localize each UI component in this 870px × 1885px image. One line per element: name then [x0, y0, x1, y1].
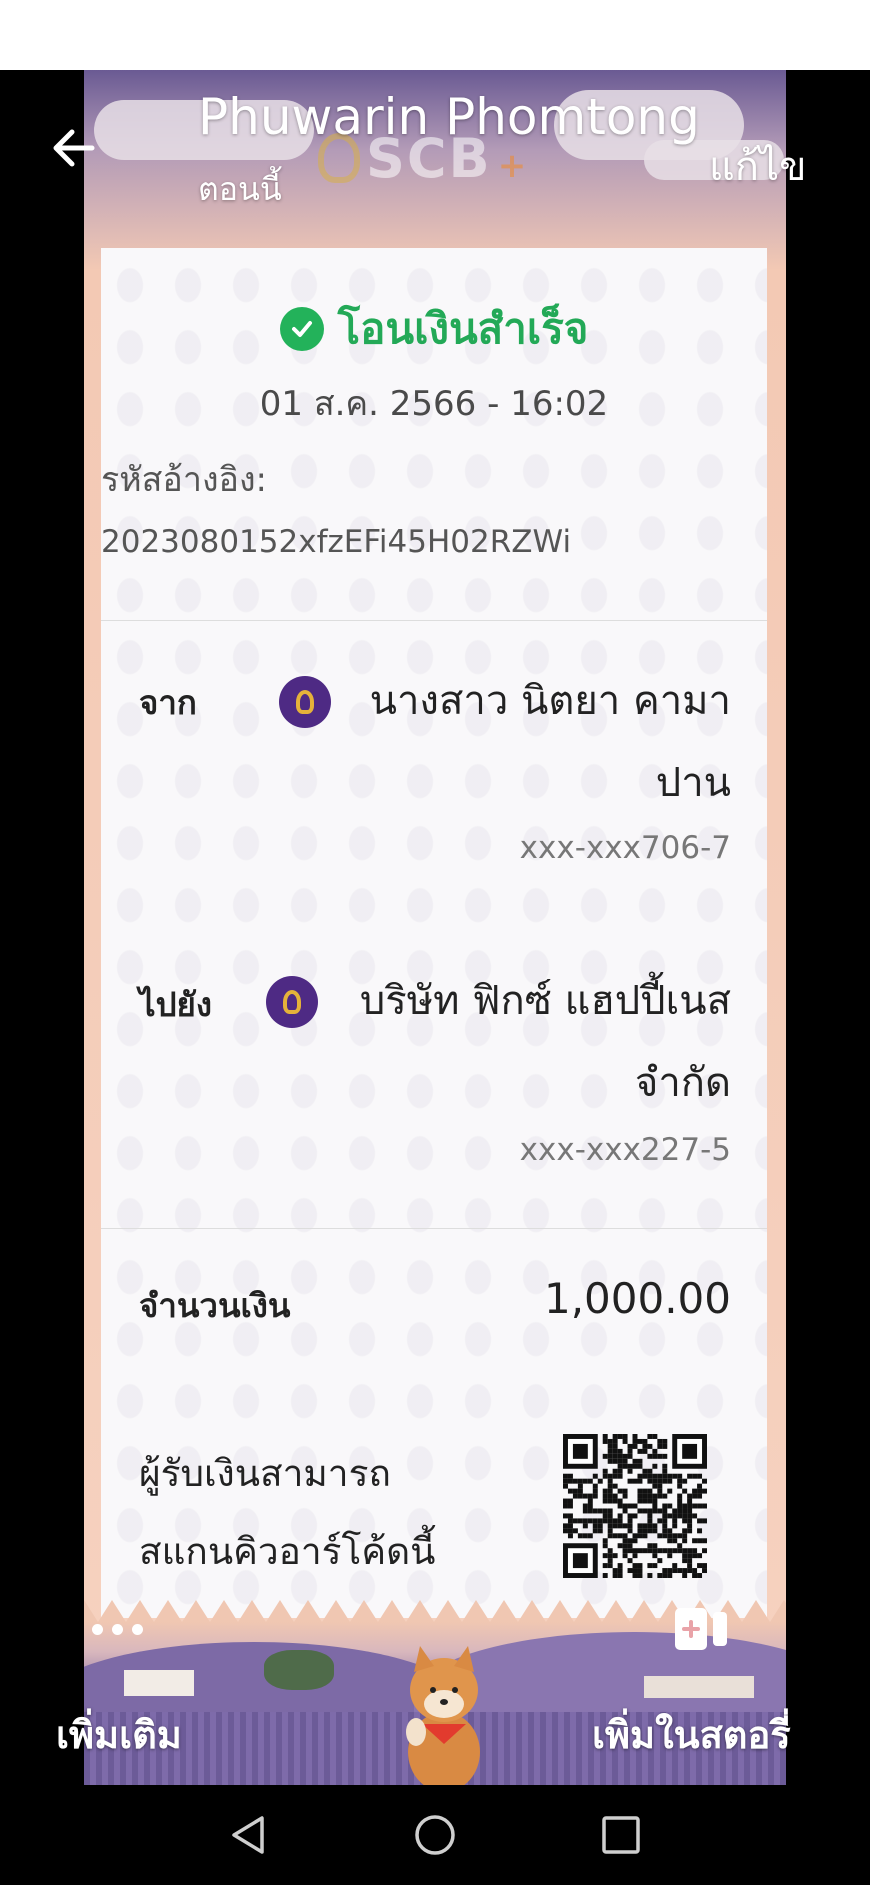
nav-back-icon[interactable] [226, 1812, 272, 1858]
story-time-ago: ตอนนี้ [198, 170, 282, 208]
divider [101, 620, 767, 621]
from-label: จาก [139, 683, 197, 722]
scb-bank-icon [279, 676, 331, 728]
qr-code [563, 1434, 707, 1578]
check-circle-icon [279, 307, 324, 351]
qr-instruction-line2: สแกนคิวอาร์โค้ดนี้ [139, 1530, 436, 1573]
sender-name-line2: ปาน [655, 760, 731, 806]
transfer-receipt: โอนเงินสำเร็จ 01 ส.ค. 2566 - 16:02 รหัสอ… [101, 248, 767, 1618]
amount-label: จำนวนเงิน [139, 1286, 291, 1325]
status-bar [0, 0, 870, 70]
amount-value: 1,000.00 [543, 1274, 731, 1323]
add-story-icon[interactable] [673, 1604, 731, 1654]
reference-label: รหัสอ้างอิง: [101, 460, 268, 500]
status-line: โอนเงินสำเร็จ [101, 296, 767, 362]
sender-name-line1: นางสาว นิตยา คามา [369, 678, 731, 724]
story-poster-name: Phuwarin Phomtong [198, 88, 700, 146]
qr-instruction-line1: ผู้รับเงินสามารถ [139, 1452, 391, 1495]
more-button[interactable]: เพิ่มเติม [56, 1704, 182, 1765]
divider [101, 1228, 767, 1229]
status-text: โอนเงินสำเร็จ [337, 304, 589, 353]
transfer-datetime: 01 ส.ค. 2566 - 16:02 [259, 384, 609, 424]
to-label: ไปยัง [139, 985, 212, 1024]
receiver-account: xxx-xxx227-5 [519, 1132, 731, 1168]
add-to-story-button[interactable]: เพิ่มในสตอรี่ [592, 1704, 791, 1765]
back-arrow-icon[interactable] [46, 120, 102, 176]
nav-recents-icon[interactable] [598, 1812, 644, 1858]
reference-value: 2023080152xfzEFi45H02RZWi [101, 524, 572, 560]
sender-account: xxx-xxx706-7 [519, 830, 731, 866]
edit-button[interactable]: แก้ไข [709, 134, 806, 198]
house-decoration [124, 1670, 194, 1696]
nav-home-icon[interactable] [412, 1812, 458, 1858]
shiba-dog-sticker [406, 1646, 480, 1785]
receiver-name-line1: บริษัท ฟิกซ์ แฮปปี้เนส [359, 978, 731, 1024]
house-decoration [644, 1676, 754, 1698]
scb-logo-plus: + [497, 146, 527, 186]
scb-bank-icon [266, 976, 318, 1028]
receiver-name-line2: จำกัด [634, 1060, 731, 1106]
tree-decoration [264, 1650, 334, 1690]
more-dots-icon[interactable] [92, 1624, 143, 1635]
